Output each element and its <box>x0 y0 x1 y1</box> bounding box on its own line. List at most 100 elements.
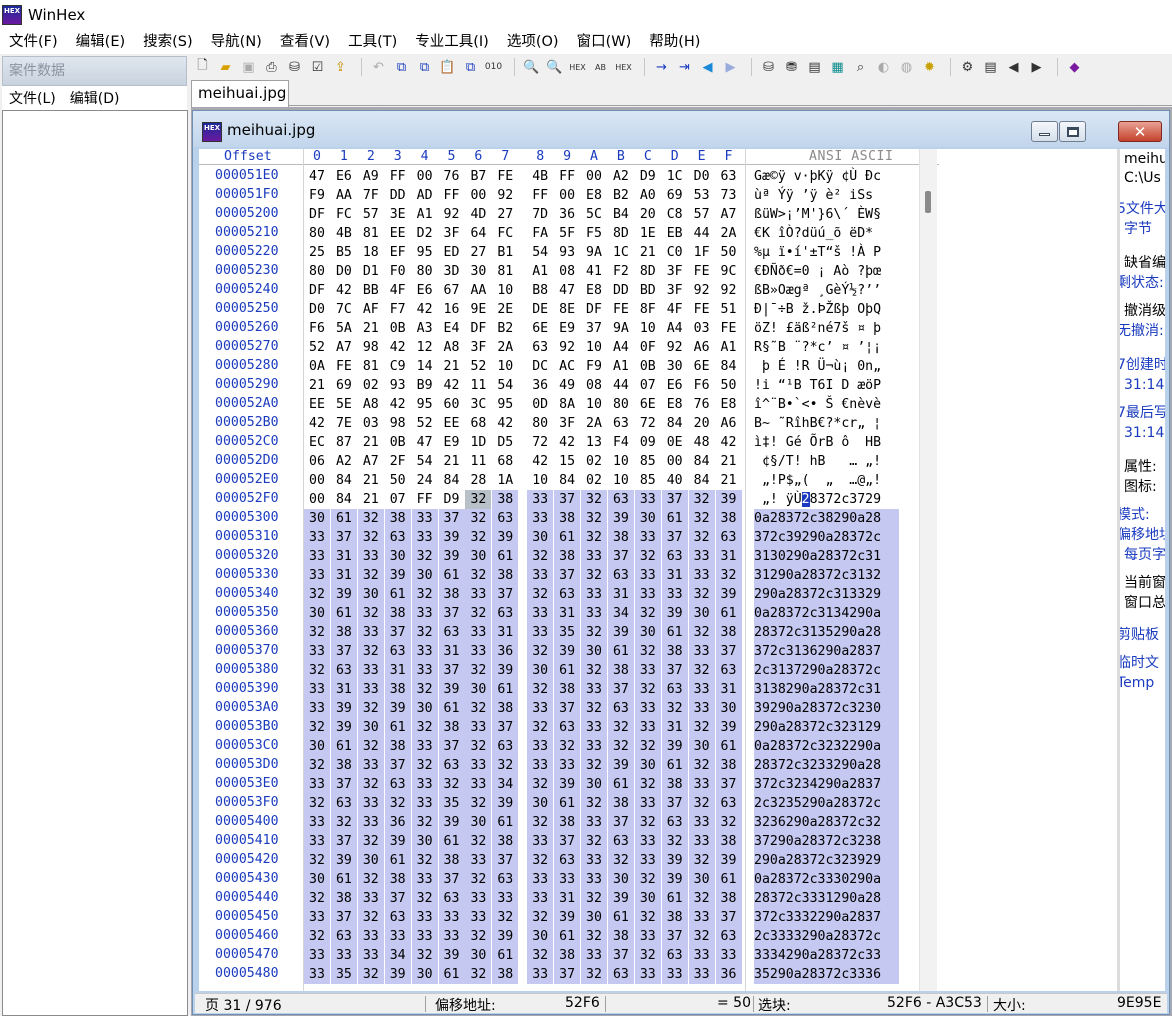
hex-byte[interactable]: 37 <box>554 566 581 585</box>
hex-byte[interactable]: 21 <box>439 357 465 376</box>
hex-byte[interactable]: 08 <box>554 262 580 281</box>
hex-byte[interactable]: 32 <box>634 813 661 832</box>
hex-byte[interactable]: 32 <box>304 718 330 737</box>
hex-byte[interactable]: 33 <box>581 851 607 870</box>
hex-byte[interactable]: 32 <box>304 927 330 946</box>
hex-byte[interactable]: 33 <box>465 851 492 870</box>
ascii-text[interactable]: 372c3234290a2837 <box>754 775 899 794</box>
hex-byte[interactable]: 2A <box>581 414 607 433</box>
hex-row[interactable]: 000053E0 33 37 32 63 33 32 33 34 32 39 30 61 32 38 33 37… <box>199 775 939 794</box>
hex-byte[interactable]: 13 <box>581 433 607 452</box>
ascii-text[interactable]: 0a28372c3232290a <box>754 737 899 756</box>
hex-row[interactable]: 000052C0 EC 87 21 0B 47 E9 1D D5 72 42 13 F4 09 0E 48 42… <box>199 433 939 452</box>
hex-byte[interactable]: 33 <box>411 604 438 623</box>
hex-byte[interactable]: 33 <box>554 870 581 889</box>
hex-byte[interactable]: 32 <box>465 604 492 623</box>
analyze-icon[interactable]: ◐ <box>874 58 893 76</box>
hex-row[interactable]: 00005390 33 31 33 38 32 39 30 61 32 38 33 37 32 63 33 31… <box>199 680 939 699</box>
hex-byte[interactable]: 37 <box>661 661 688 680</box>
hex-byte[interactable]: FC <box>331 205 357 224</box>
hex-byte[interactable]: 31 <box>715 680 742 699</box>
hex-byte[interactable]: 63 <box>492 509 519 528</box>
hex-byte[interactable]: 63 <box>330 661 357 680</box>
hex-byte[interactable]: EF <box>385 243 411 262</box>
write-zero-icon[interactable]: 010 <box>484 58 503 76</box>
hex-byte[interactable]: 37 <box>492 585 519 604</box>
ascii-text[interactable]: 2c3333290a28372c <box>754 927 899 946</box>
hex-byte[interactable]: 32 <box>304 851 330 870</box>
hex-byte[interactable]: 32 <box>634 908 661 927</box>
hex-byte[interactable]: 27 <box>492 205 518 224</box>
hex-byte[interactable]: 61 <box>661 756 688 775</box>
hex-byte[interactable]: 32 <box>688 889 715 908</box>
ascii-text[interactable]: 37290a28372c3238 <box>754 832 899 851</box>
ascii-text[interactable]: R§˜B ¨?*c’ ¤ ’¦¡ <box>754 338 899 357</box>
hex-byte[interactable]: A8 <box>358 395 384 414</box>
hex-byte[interactable]: 33 <box>438 927 465 946</box>
hex-byte[interactable]: 33 <box>581 604 607 623</box>
previous-window-icon[interactable]: ◀ <box>1004 58 1023 76</box>
hex-row[interactable]: 00005310 33 37 32 63 33 39 32 39 30 61 32 38 33 37 32 63… <box>199 528 939 547</box>
hex-byte[interactable]: A2 <box>331 452 357 471</box>
hex-byte[interactable]: 63 <box>330 927 357 946</box>
ascii-text[interactable]: 28372c3233290a28 <box>754 756 899 775</box>
hex-byte[interactable]: 32 <box>688 661 715 680</box>
hex-byte[interactable]: 60 <box>439 395 465 414</box>
hex-byte[interactable]: 39 <box>607 623 634 642</box>
hex-byte[interactable]: 38 <box>715 756 742 775</box>
hex-byte[interactable]: 32 <box>715 566 742 585</box>
hex-byte[interactable]: E6 <box>662 376 688 395</box>
ascii-text[interactable]: 39290a28372c3230 <box>754 699 899 718</box>
hex-byte[interactable]: 80 <box>608 395 634 414</box>
hex-byte[interactable]: 38 <box>661 908 688 927</box>
hex-byte[interactable]: 32 <box>465 794 492 813</box>
hex-byte[interactable]: 0B <box>385 319 411 338</box>
hex-byte[interactable]: 95 <box>412 243 438 262</box>
hex-byte[interactable]: 30 <box>465 262 491 281</box>
hex-byte[interactable]: 33 <box>661 965 688 984</box>
hex-byte[interactable]: 3F <box>662 262 688 281</box>
forward-arrow-icon[interactable]: ▶ <box>721 58 740 76</box>
hex-byte[interactable]: 39 <box>607 509 634 528</box>
hex-byte[interactable]: 32 <box>634 870 661 889</box>
hex-byte[interactable]: 69 <box>662 186 688 205</box>
hex-byte[interactable]: 32 <box>465 870 492 889</box>
hex-byte[interactable]: F6 <box>689 376 715 395</box>
hex-byte[interactable]: 31 <box>661 566 688 585</box>
hex-byte[interactable]: 32 <box>634 737 661 756</box>
hex-byte[interactable]: 32 <box>688 585 715 604</box>
hex-byte[interactable]: 31 <box>554 889 581 908</box>
disk-editor-icon[interactable]: ▤ <box>805 58 824 76</box>
hex-byte[interactable]: 32 <box>527 946 554 965</box>
hex-byte[interactable]: 10 <box>492 281 518 300</box>
hex-byte[interactable]: 32 <box>357 908 384 927</box>
hex-byte[interactable]: A1 <box>716 338 742 357</box>
hex-byte[interactable]: 42 <box>331 281 357 300</box>
hex-byte[interactable]: A8 <box>439 338 465 357</box>
hex-row[interactable]: 00005410 33 37 32 39 30 61 32 38 33 37 32 63 33 32 33 38… <box>199 832 939 851</box>
properties-icon[interactable]: ☑ <box>308 58 327 76</box>
hex-byte[interactable]: 33 <box>304 680 330 699</box>
ascii-text[interactable]: 290a28372c313329 <box>754 585 899 604</box>
hex-byte[interactable]: 39 <box>492 794 519 813</box>
hex-byte[interactable]: 32 <box>688 623 715 642</box>
hex-row[interactable]: 00005460 32 63 33 33 33 33 32 39 30 61 32 38 33 37 32 63… <box>199 927 939 946</box>
hex-byte[interactable]: 39 <box>715 585 742 604</box>
hex-byte[interactable]: 33 <box>634 528 661 547</box>
hex-byte[interactable]: 32 <box>688 509 715 528</box>
hex-byte[interactable]: D5 <box>492 433 518 452</box>
hex-byte[interactable]: FE <box>492 167 518 186</box>
hex-byte[interactable]: 10 <box>581 338 607 357</box>
hex-byte[interactable]: 61 <box>330 870 357 889</box>
hex-byte[interactable]: 33 <box>554 756 581 775</box>
hex-byte[interactable]: 32 <box>688 927 715 946</box>
hex-byte[interactable]: 32 <box>304 585 330 604</box>
hex-byte[interactable]: 33 <box>465 642 492 661</box>
menu-window[interactable]: 窗口(W) <box>568 30 641 54</box>
hex-byte[interactable]: E9 <box>554 319 580 338</box>
hex-byte[interactable]: 30 <box>411 965 438 984</box>
hex-byte[interactable]: E6 <box>331 167 357 186</box>
hex-byte[interactable]: 54 <box>527 243 553 262</box>
hex-row[interactable]: 000053D0 32 38 33 37 32 63 33 32 33 33 32 39 30 61 32 38… <box>199 756 939 775</box>
hex-byte[interactable]: AA <box>465 281 491 300</box>
